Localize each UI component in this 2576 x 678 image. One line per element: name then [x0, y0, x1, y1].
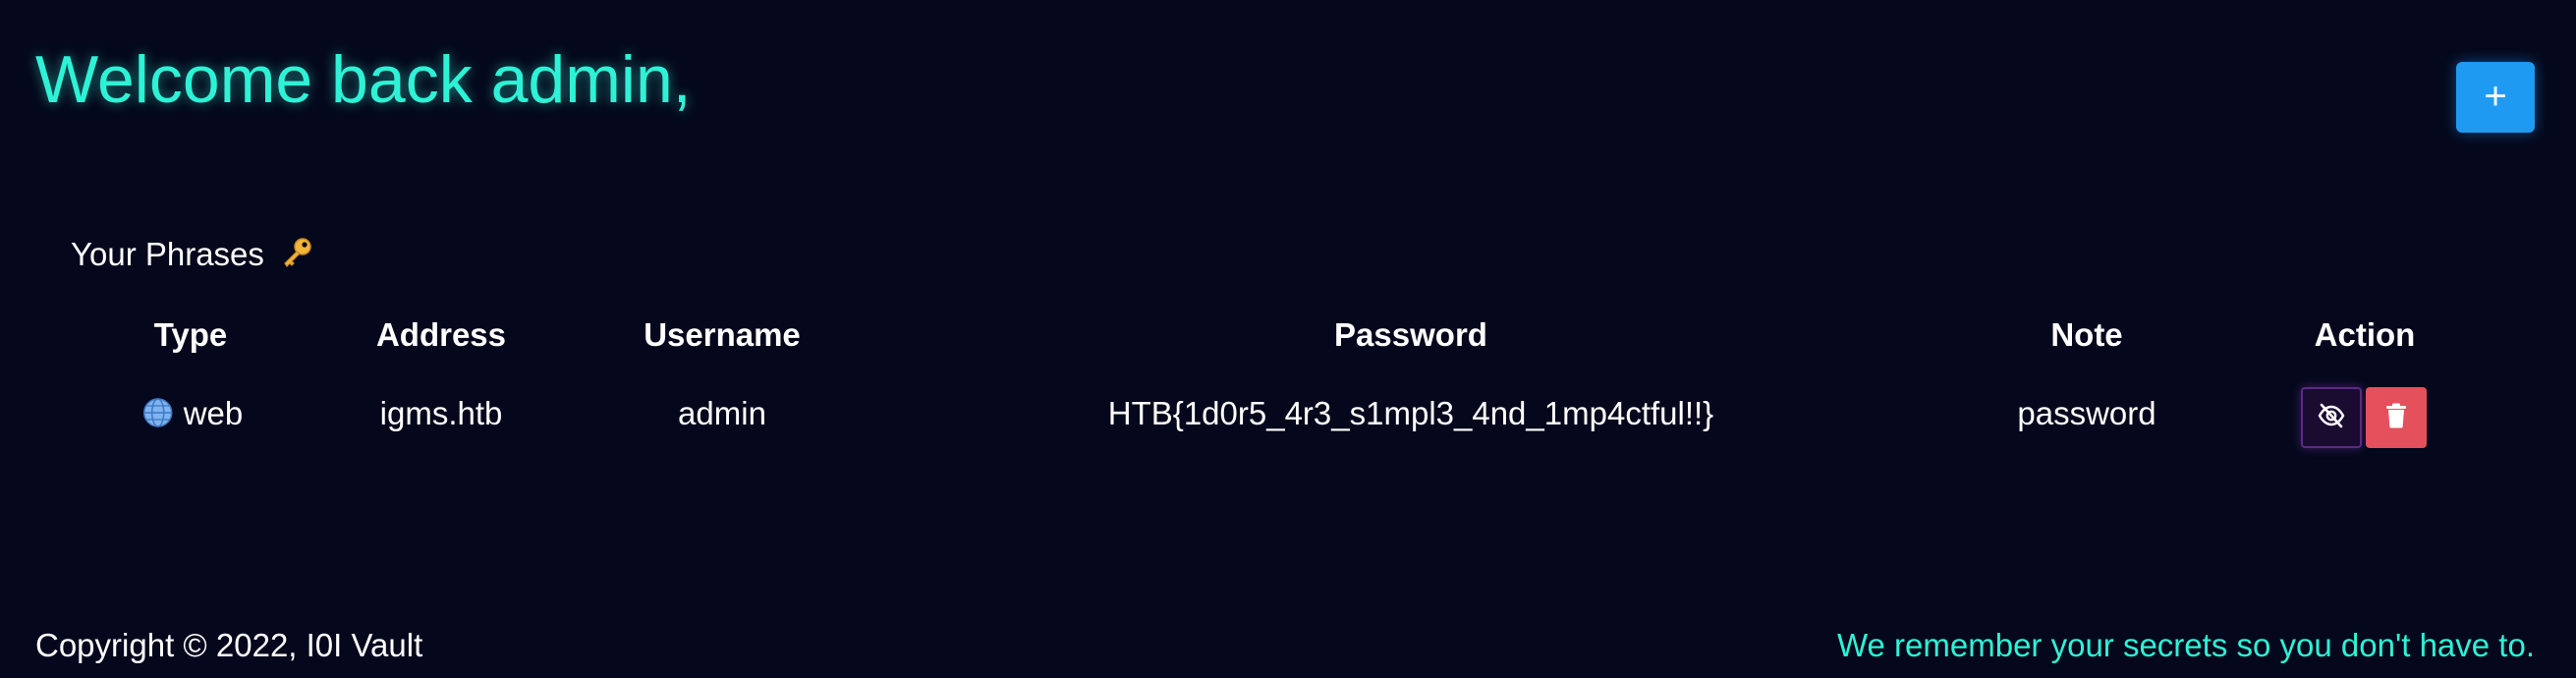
- eye-slash-icon: [2317, 401, 2346, 435]
- column-header-password: Password: [1334, 316, 1487, 353]
- welcome-heading: Welcome back admin,: [35, 42, 692, 117]
- add-phrase-button[interactable]: +: [2456, 62, 2535, 133]
- delete-button[interactable]: [2366, 387, 2427, 448]
- phrases-title-text: Your Phrases: [71, 236, 264, 272]
- column-header-type: Type: [153, 316, 228, 353]
- phrases-section-title: Your Phrases: [71, 232, 314, 281]
- column-header-note: Note: [2050, 316, 2123, 353]
- globe-icon: [142, 395, 174, 440]
- footer-tagline: We remember your secrets so you don't ha…: [1836, 627, 2535, 663]
- column-header-username: Username: [644, 316, 801, 353]
- trash-icon: [2384, 403, 2408, 433]
- toggle-visibility-button[interactable]: [2301, 387, 2362, 448]
- column-header-address: Address: [375, 316, 507, 353]
- row-type-cell: web: [142, 391, 244, 440]
- row-username: admin: [678, 395, 766, 431]
- row-address: igms.htb: [379, 395, 503, 431]
- row-type-text: web: [183, 395, 244, 431]
- row-password: HTB{1d0r5_4r3_s1mpl3_4nd_1mp4ctful!!}: [1107, 395, 1714, 431]
- row-note: password: [2017, 395, 2156, 431]
- key-icon: [281, 236, 314, 281]
- copyright-text: Copyright © 2022, I0I Vault: [35, 627, 423, 663]
- column-header-action: Action: [2314, 316, 2416, 353]
